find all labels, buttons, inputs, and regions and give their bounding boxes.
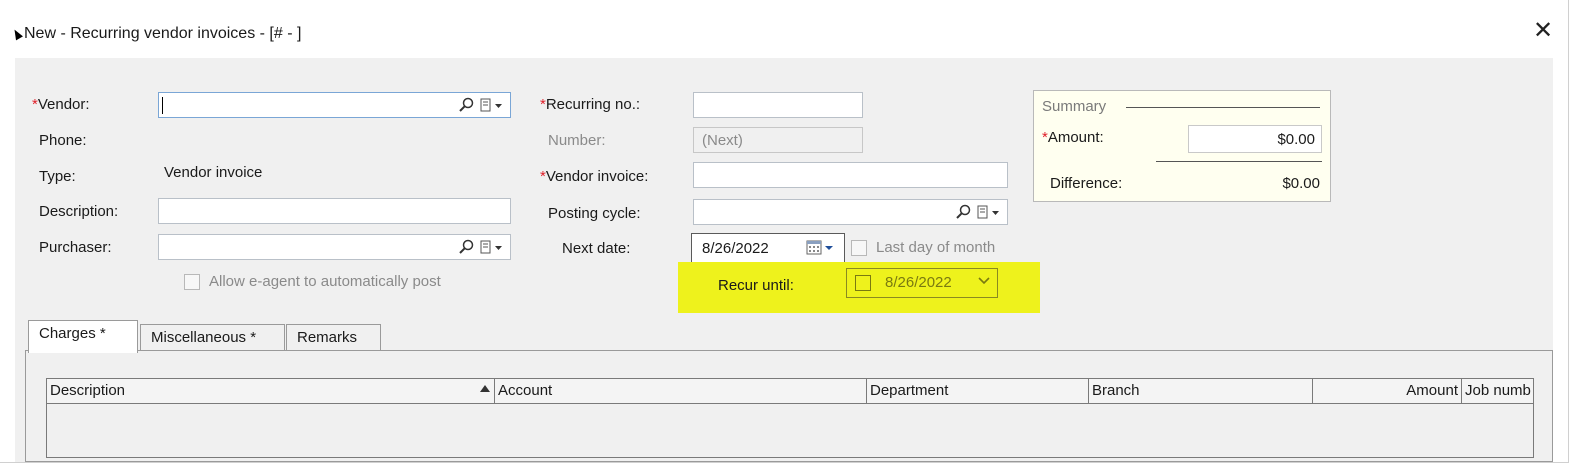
column-branch[interactable]: Branch (1089, 379, 1313, 403)
charges-tab-panel: Description Account Department Branch Am… (25, 350, 1553, 462)
description-input[interactable] (158, 198, 511, 224)
title-bar[interactable]: New - Recurring vendor invoices - [# - ]… (0, 0, 1568, 58)
vendor-invoice-label: *Vendor invoice: (540, 168, 649, 185)
column-description[interactable]: Description (47, 379, 495, 403)
tab-remarks[interactable]: Remarks (286, 324, 381, 350)
options-dropdown-icon[interactable] (478, 239, 506, 257)
amount-label: *Amount: (1042, 129, 1104, 146)
vendor-label: *Vendor: (32, 96, 90, 113)
last-day-of-month-label: Last day of month (876, 239, 996, 256)
posting-cycle-label: Posting cycle: (548, 205, 641, 222)
column-department[interactable]: Department (867, 379, 1089, 403)
window-title: New - Recurring vendor invoices - [# - ] (24, 25, 302, 42)
last-day-of-month-checkbox[interactable] (851, 240, 867, 256)
allow-eagent-label: Allow e-agent to automatically post (209, 273, 441, 290)
text-caret (162, 97, 163, 114)
vendor-invoice-input[interactable] (693, 162, 1008, 188)
column-account[interactable]: Account (495, 379, 867, 403)
difference-label: Difference: (1050, 175, 1123, 192)
column-job-number[interactable]: Job numb (1462, 379, 1533, 403)
type-value: Vendor invoice (164, 164, 263, 181)
summary-legend: Summary (1042, 98, 1115, 115)
next-date-input[interactable]: 8/26/2022 (691, 233, 845, 263)
column-amount[interactable]: Amount (1313, 379, 1462, 403)
recur-until-checkbox[interactable] (855, 275, 871, 291)
dialog-client-area: *Vendor: Phone: Type: Vendor invoice Des… (15, 58, 1553, 462)
recur-until-value: 8/26/2022 (885, 274, 952, 291)
number-label: Number: (548, 132, 606, 149)
summary-divider (1126, 107, 1320, 108)
search-icon[interactable] (458, 96, 474, 114)
description-label: Description: (39, 203, 119, 220)
number-input: (Next) (693, 127, 863, 153)
next-date-label: Next date: (562, 240, 631, 257)
allow-eagent-checkbox[interactable] (184, 274, 200, 290)
recur-until-date-picker[interactable]: 8/26/2022 (846, 268, 998, 298)
chevron-down-icon[interactable] (977, 273, 991, 287)
type-label: Type: (39, 168, 76, 185)
tab-charges[interactable]: Charges * (28, 320, 138, 353)
mouse-cursor (11, 27, 23, 41)
options-dropdown-icon[interactable] (975, 204, 1003, 222)
posting-cycle-input[interactable] (693, 199, 1008, 225)
purchaser-label: Purchaser: (39, 239, 112, 256)
search-icon[interactable] (955, 203, 971, 221)
calendar-icon[interactable] (806, 239, 836, 257)
dialog-window: New - Recurring vendor invoices - [# - ]… (0, 0, 1569, 463)
tab-miscellaneous[interactable]: Miscellaneous * (140, 324, 285, 350)
search-icon[interactable] (458, 238, 474, 256)
recurring-no-label: *Recurring no.: (540, 96, 641, 113)
options-dropdown-icon[interactable] (478, 97, 506, 115)
amount-underline (1156, 161, 1322, 162)
phone-label: Phone: (39, 132, 87, 149)
close-button[interactable]: ✕ (1530, 18, 1556, 44)
difference-value: $0.00 (1282, 175, 1320, 192)
summary-panel: Summary *Amount: $0.00 Difference: $0.00 (1033, 90, 1331, 202)
recurring-no-input[interactable] (693, 92, 863, 118)
charges-grid[interactable]: Description Account Department Branch Am… (46, 378, 1534, 458)
amount-input[interactable]: $0.00 (1188, 125, 1322, 153)
grid-header: Description Account Department Branch Am… (47, 379, 1533, 404)
sort-ascending-icon (480, 385, 490, 392)
recur-until-label: Recur until: (718, 277, 794, 294)
vendor-input[interactable] (158, 92, 511, 118)
purchaser-input[interactable] (158, 234, 511, 260)
